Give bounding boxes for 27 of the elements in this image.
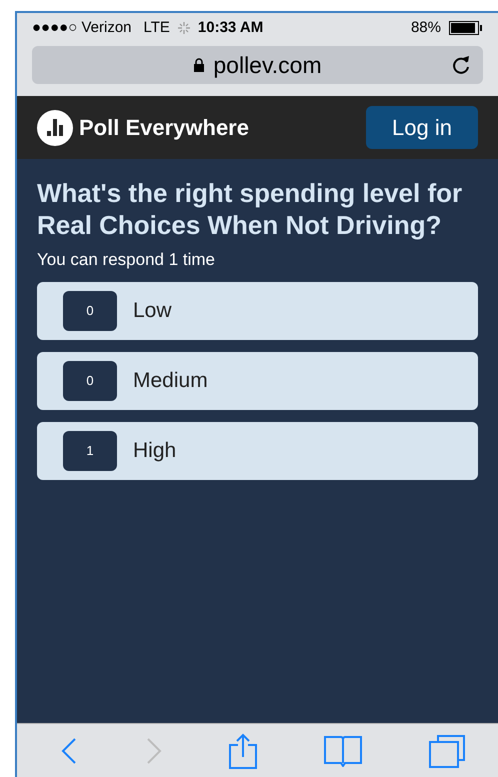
poll-option[interactable]: 0 Medium — [37, 352, 478, 410]
option-label: Low — [133, 298, 172, 324]
brand-name: Poll Everywhere — [79, 114, 249, 142]
network-text: LTE — [144, 18, 170, 38]
logo-icon — [37, 110, 73, 146]
vote-count: 0 — [63, 360, 117, 400]
activity-spinner-icon — [178, 22, 190, 34]
share-icon[interactable] — [228, 732, 258, 768]
response-limit-text: You can respond 1 time — [37, 249, 216, 271]
address-bar[interactable]: pollev.com — [32, 46, 483, 84]
clock-text: 10:33 AM — [198, 18, 264, 38]
battery-text: 88% — [410, 18, 441, 38]
option-label: Medium — [133, 368, 208, 394]
url-text: pollev.com — [213, 50, 322, 80]
lock-icon — [193, 58, 206, 72]
vote-count: 1 — [63, 430, 117, 470]
reload-icon[interactable] — [453, 55, 471, 75]
battery-icon — [449, 21, 483, 35]
poll-option[interactable]: 1 High — [37, 422, 478, 480]
book-icon[interactable] — [323, 734, 364, 766]
carrier-text: ●●●●○ Verizon — [32, 18, 132, 38]
poll-question: What's the right spending level for Real Choices When Not Driving? — [37, 177, 464, 241]
login-button[interactable]: Log in — [366, 106, 478, 149]
vote-count: 0 — [63, 290, 117, 330]
tabs-icon[interactable] — [428, 734, 466, 768]
poll-option[interactable]: 0 Low — [37, 282, 478, 340]
option-label: High — [133, 438, 176, 464]
